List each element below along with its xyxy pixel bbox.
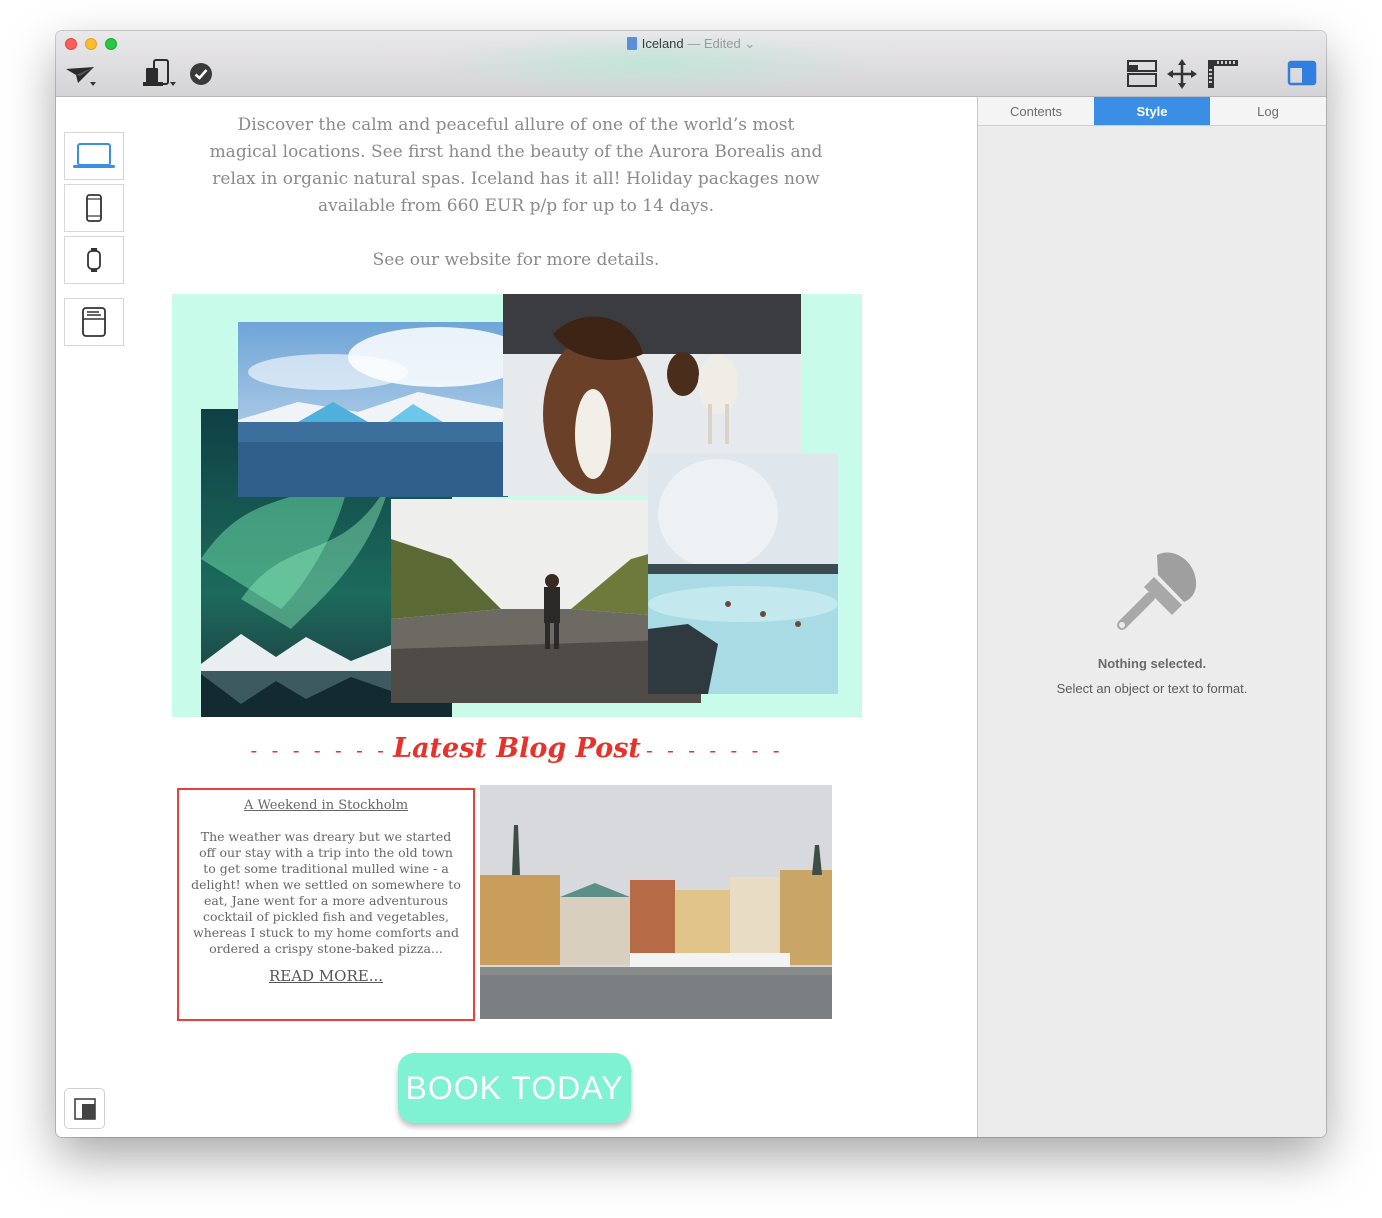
blog-heading-dashes-right: - - - - - - -: [646, 738, 784, 762]
blog-heading-title: Latest Blog Post: [393, 733, 641, 764]
device-laptop-button[interactable]: [64, 132, 124, 180]
stockholm-photo: [480, 785, 832, 1019]
move-icon[interactable]: [1166, 58, 1198, 90]
device-phone-button[interactable]: [64, 184, 124, 232]
layers-icon: [73, 1097, 96, 1120]
device-watch-button[interactable]: [64, 236, 124, 284]
blog-post-title[interactable]: A Weekend in Stockholm: [191, 798, 461, 813]
device-email-client-button[interactable]: [64, 298, 124, 346]
tab-contents[interactable]: Contents: [978, 97, 1094, 125]
tab-style[interactable]: Style: [1094, 97, 1210, 125]
ruler-icon[interactable]: [1207, 59, 1239, 89]
panel-toggle-button[interactable]: [64, 1088, 105, 1129]
email-client-icon: [82, 307, 106, 337]
document-name: Iceland: [641, 36, 684, 51]
sidebar-toggle-icon[interactable]: [1287, 60, 1317, 86]
blue-lagoon-photo: [648, 454, 838, 694]
watch-icon: [87, 248, 101, 272]
check-icon[interactable]: [189, 62, 213, 86]
laptop-icon: [73, 143, 115, 168]
inspector-empty-state: Nothing selected. Select an object or te…: [978, 547, 1326, 696]
website-note: See our website for more details.: [372, 250, 660, 270]
tab-log[interactable]: Log: [1210, 97, 1326, 125]
title-bar: Iceland — Edited ⌄: [56, 31, 1326, 97]
chevron-down-icon: ⌄: [744, 36, 756, 51]
app-window: Iceland — Edited ⌄ Discover the calm and…: [56, 31, 1326, 1137]
photo-collage[interactable]: [172, 294, 862, 717]
blog-heading[interactable]: - - - - - - - Latest Blog Post - - - - -…: [172, 733, 862, 764]
devices-icon[interactable]: [142, 58, 178, 90]
editor-canvas[interactable]: Discover the calm and peaceful allure of…: [56, 97, 977, 1137]
glacier-lagoon-photo: [238, 322, 508, 497]
send-icon[interactable]: [64, 63, 98, 89]
intro-text-block[interactable]: Discover the calm and peaceful allure of…: [206, 112, 826, 274]
book-today-button[interactable]: BOOK TODAY: [398, 1053, 631, 1123]
blog-post-card[interactable]: A Weekend in Stockholm The weather was d…: [177, 788, 475, 1021]
blog-post-body: The weather was dreary but we started of…: [191, 829, 461, 956]
document-title[interactable]: Iceland — Edited ⌄: [56, 36, 1326, 52]
inspector-panel: Contents Style Log Nothing selected. Sel…: [977, 97, 1326, 1137]
intro-paragraph: Discover the calm and peaceful allure of…: [209, 115, 823, 216]
phone-icon: [86, 194, 102, 222]
inspector-tabs: Contents Style Log: [978, 97, 1326, 126]
layout-icon[interactable]: [1126, 59, 1158, 89]
read-more-link[interactable]: READ MORE...: [191, 967, 461, 985]
paint-brush-icon: [1117, 552, 1197, 630]
empty-state-hint: Select an object or text to format.: [1056, 681, 1248, 696]
edited-status: — Edited: [687, 36, 741, 51]
blog-heading-dashes-left: - - - - - - -: [250, 738, 388, 762]
document-icon: [626, 37, 637, 50]
empty-state-title: Nothing selected.: [1097, 656, 1207, 671]
